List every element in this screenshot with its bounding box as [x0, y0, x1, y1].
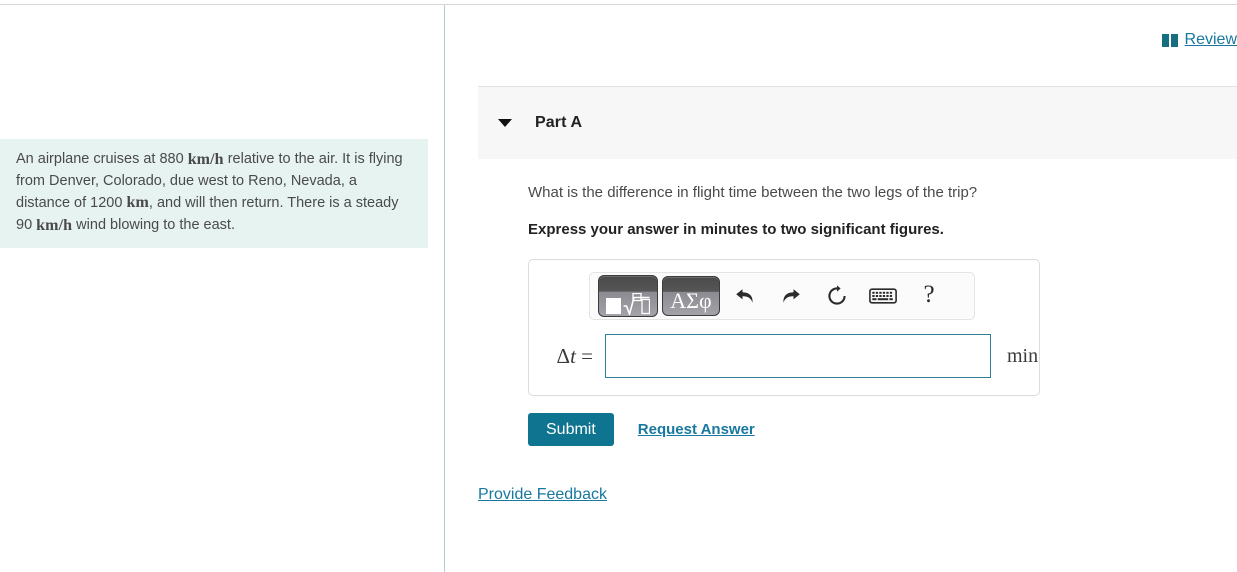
undo-button[interactable]	[724, 276, 766, 316]
answer-unit-label: min	[1007, 344, 1039, 367]
part-a-panel: Part A What is the difference in flight …	[478, 86, 1237, 446]
review-link-row[interactable]: Review	[1161, 31, 1237, 49]
problem-unit-distance: km	[126, 194, 149, 212]
submit-button[interactable]: Submit	[528, 413, 614, 446]
math-toolbar: ΑΣφ ?	[589, 272, 975, 320]
review-link-label[interactable]: Review	[1185, 31, 1237, 49]
assignment-pane: Review Part A What is the difference in …	[445, 5, 1237, 572]
redo-icon	[783, 289, 800, 303]
redo-button[interactable]	[770, 276, 812, 316]
request-answer-link[interactable]: Request Answer	[638, 421, 755, 438]
problem-statement-box: An airplane cruises at 880 km/h relative…	[0, 139, 428, 249]
math-template-button[interactable]	[598, 275, 658, 317]
help-button[interactable]: ?	[908, 276, 950, 316]
answer-entry-widget: ΑΣφ ? Δt = min	[528, 259, 1040, 396]
problem-unit-speed-air: km/h	[187, 151, 224, 168]
answer-actions-row: Submit Request Answer	[528, 413, 1237, 446]
question-text: What is the difference in flight time be…	[528, 184, 978, 201]
square-root-template-icon	[606, 285, 650, 315]
problem-statement-pane: An airplane cruises at 880 km/h relative…	[0, 5, 444, 572]
part-a-header[interactable]: Part A	[478, 87, 1237, 159]
problem-text-seg-1: An airplane cruises at 880	[16, 151, 188, 168]
part-a-title: Part A	[535, 114, 583, 131]
provide-feedback-link[interactable]: Provide Feedback	[478, 486, 607, 504]
answer-input[interactable]	[605, 334, 991, 378]
greek-symbols-button[interactable]: ΑΣφ	[662, 276, 720, 316]
keyboard-button[interactable]	[862, 276, 904, 316]
book-icon	[1161, 33, 1178, 47]
answer-entry-row: Δt = min	[529, 334, 1039, 378]
part-a-body: What is the difference in flight time be…	[478, 183, 1237, 446]
instruction-text: Express your answer in minutes to two si…	[528, 221, 944, 238]
answer-variable-label: Δt =	[556, 343, 593, 368]
problem-text-seg-4: wind blowing to the east.	[72, 216, 235, 233]
reset-circular-arrow-icon	[828, 285, 846, 305]
problem-unit-wind-speed: km/h	[36, 216, 73, 234]
reset-button[interactable]	[816, 276, 858, 316]
undo-icon	[736, 289, 753, 303]
keyboard-icon	[869, 288, 897, 304]
caret-down-icon[interactable]	[498, 119, 512, 127]
